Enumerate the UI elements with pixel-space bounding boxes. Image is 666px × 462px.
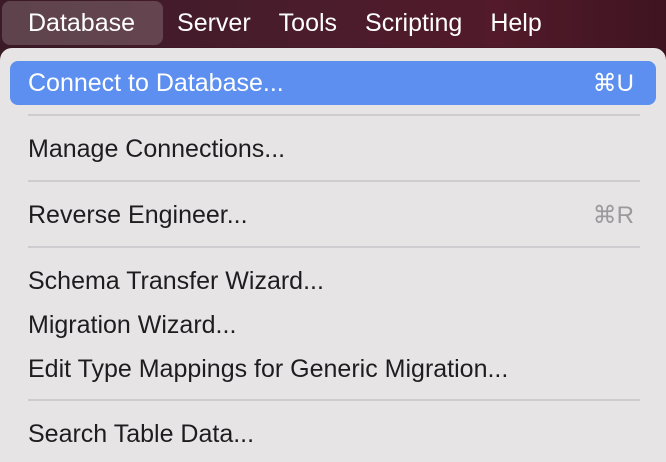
menu-item-label: Search Table Data... xyxy=(28,419,255,448)
menu-item-label: Manage Connections... xyxy=(28,134,286,163)
menu-item-label: Migration Wizard... xyxy=(28,310,237,339)
menu-item-search-table-data[interactable]: Search Table Data... xyxy=(10,412,656,456)
menubar-item-tools[interactable]: Tools xyxy=(265,0,351,46)
database-dropdown-menu: Connect to Database... ⌘U Manage Connect… xyxy=(0,48,666,462)
menu-item-schema-transfer-wizard[interactable]: Schema Transfer Wizard... xyxy=(10,259,656,303)
menu-separator xyxy=(28,399,640,401)
shortcut-label: ⌘U xyxy=(592,69,634,97)
menubar-item-database[interactable]: Database xyxy=(2,1,164,45)
menu-separator xyxy=(28,180,640,182)
menu-item-manage-connections[interactable]: Manage Connections... xyxy=(10,127,656,171)
menu-separator xyxy=(28,114,640,116)
menu-item-label: Schema Transfer Wizard... xyxy=(28,266,324,295)
menu-item-label: Edit Type Mappings for Generic Migration… xyxy=(28,354,509,383)
menu-item-migration-wizard[interactable]: Migration Wizard... xyxy=(10,303,656,347)
menu-separator xyxy=(28,246,640,248)
menu-item-reverse-engineer[interactable]: Reverse Engineer... ⌘R xyxy=(10,193,656,237)
menu-item-label: Reverse Engineer... xyxy=(28,200,248,229)
menubar-item-scripting[interactable]: Scripting xyxy=(351,0,476,46)
shortcut-label: ⌘R xyxy=(592,201,634,229)
menubar-item-server[interactable]: Server xyxy=(163,0,265,46)
menu-item-label: Connect to Database... xyxy=(28,68,284,97)
menu-item-connect-to-database[interactable]: Connect to Database... ⌘U xyxy=(10,61,656,105)
menu-item-edit-type-mappings[interactable]: Edit Type Mappings for Generic Migration… xyxy=(10,347,656,391)
menubar-item-help[interactable]: Help xyxy=(476,0,555,46)
menu-bar: Database Server Tools Scripting Help xyxy=(0,0,666,46)
